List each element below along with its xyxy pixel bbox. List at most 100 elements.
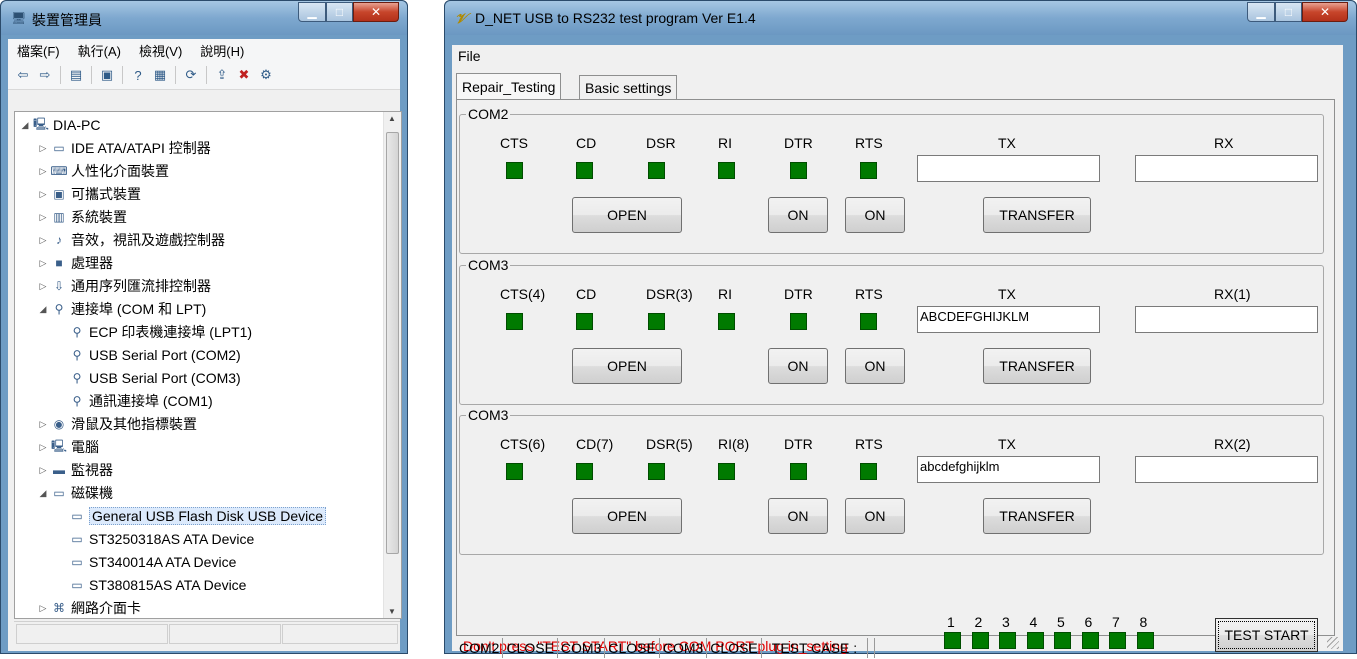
expander-icon[interactable]: ◢ (19, 120, 31, 131)
close-button[interactable]: ✕ (353, 2, 399, 22)
maximize-button[interactable]: □ (1275, 2, 1302, 22)
dtr-on-button[interactable]: ON (768, 348, 828, 384)
tree-node[interactable]: ⚲ USB Serial Port (COM2) (55, 344, 241, 366)
expander-icon[interactable]: ▷ (37, 258, 49, 269)
menu-help[interactable]: 說明(H) (191, 41, 253, 60)
tx-label: TX (998, 436, 1016, 452)
open-button[interactable]: OPEN (572, 348, 682, 384)
tree-node[interactable]: ▭ ST3250318AS ATA Device (55, 528, 254, 550)
indicator-number: 1 (947, 614, 955, 630)
com3-status: COM3 (558, 638, 606, 658)
menu-action[interactable]: 執行(A) (69, 41, 130, 60)
rx-label: RX(1) (1214, 286, 1251, 302)
minimize-button[interactable]: ▁ (298, 2, 326, 22)
tree-node[interactable]: ▷ ♪ 音效，視訊及遊戲控制器 (37, 229, 225, 251)
expander-icon[interactable]: ◢ (37, 304, 49, 315)
tree-node[interactable]: ▷ ▥ 系統裝置 (37, 206, 127, 228)
expander-icon[interactable]: ▷ (37, 166, 49, 177)
tx-input[interactable]: abcdefghijklm (917, 456, 1100, 483)
tab-basic-settings[interactable]: Basic settings (579, 75, 678, 100)
tree-node[interactable]: ▭ ST340014A ATA Device (55, 551, 236, 573)
expander-icon[interactable]: ▷ (37, 465, 49, 476)
close-button[interactable]: ✕ (1302, 2, 1348, 22)
transfer-button[interactable]: TRANSFER (983, 348, 1091, 384)
expander-icon[interactable]: ◢ (37, 488, 49, 499)
uninstall-icon[interactable]: ✖ (235, 66, 253, 84)
monitor-icon: ▬ (53, 463, 65, 477)
scroll-down-icon[interactable]: ▼ (388, 607, 396, 616)
signal-led (576, 162, 593, 179)
expander-icon[interactable]: ▷ (37, 143, 49, 154)
show-hide-tree-icon[interactable]: ▤ (67, 66, 85, 84)
expander-icon[interactable]: ▷ (37, 281, 49, 292)
tree-node[interactable]: ▷ ▣ 可攜式裝置 (37, 183, 141, 205)
maximize-button[interactable]: □ (326, 2, 353, 22)
rx-input[interactable] (1135, 456, 1318, 483)
rx-input[interactable] (1135, 155, 1318, 182)
update-driver-icon[interactable]: ⇪ (213, 66, 231, 84)
tree-node[interactable]: ⚲ ECP 印表機連接埠 (LPT1) (55, 321, 253, 343)
rts-on-button[interactable]: ON (845, 348, 905, 384)
forward-icon[interactable]: ⇨ (36, 66, 54, 84)
expander-icon[interactable]: ▷ (37, 442, 49, 453)
properties-icon[interactable]: ▣ (98, 66, 116, 84)
com3b-status: COM3 (660, 638, 708, 658)
tree-node[interactable]: ▷ ⌨ 人性化介面裝置 (37, 160, 169, 182)
tree-node[interactable]: ▷ ■ 處理器 (37, 252, 113, 274)
signal-led (718, 162, 735, 179)
test-program-titlebar[interactable]: 𝒱 D_NET USB to RS232 test program Ver E1… (445, 1, 1356, 35)
expander-icon[interactable]: ▷ (37, 212, 49, 223)
back-icon[interactable]: ⇦ (14, 66, 32, 84)
com2-status: COM2 (456, 638, 504, 658)
device-manager-titlebar[interactable]: 🖥 裝置管理員 ▁ □ ✕ (1, 1, 407, 35)
tree-node[interactable]: ▷ ▭ IDE ATA/ATAPI 控制器 (37, 137, 211, 159)
scroll-up-icon[interactable]: ▲ (388, 114, 396, 123)
tab-repair-testing[interactable]: Repair_Testing (456, 73, 562, 100)
help-icon[interactable]: ? (129, 66, 147, 84)
scroll-thumb[interactable] (386, 132, 399, 554)
rx-label: RX(2) (1214, 436, 1251, 452)
minimize-button[interactable]: ▁ (1247, 2, 1275, 22)
tree-node-label: 滑鼠及其他指標裝置 (71, 416, 197, 432)
tree-node[interactable]: ◢ 🖳 DIA-PC (19, 114, 101, 136)
tree-node[interactable]: ▷ ⇩ 通用序列匯流排控制器 (37, 275, 211, 297)
transfer-button[interactable]: TRANSFER (983, 197, 1091, 233)
tree-node[interactable]: ▭ General USB Flash Disk USB Device (55, 505, 327, 527)
expander-icon[interactable]: ▷ (37, 419, 49, 430)
tree-node-label: 連接埠 (COM 和 LPT) (71, 301, 207, 317)
rts-on-button[interactable]: ON (845, 197, 905, 233)
tree-node[interactable]: ⚲ USB Serial Port (COM3) (55, 367, 241, 389)
expander-icon[interactable]: ▷ (37, 189, 49, 200)
tree-node[interactable]: ▷ ◉ 滑鼠及其他指標裝置 (37, 413, 197, 435)
tree-node[interactable]: ▭ ST380815AS ATA Device (55, 574, 246, 596)
tx-input[interactable]: ABCDEFGHIJKLM (917, 306, 1100, 333)
menu-file[interactable]: 檔案(F) (8, 41, 69, 60)
tree-node[interactable]: ▷ 🖳 電腦 (37, 436, 99, 458)
open-button[interactable]: OPEN (572, 498, 682, 534)
tree-node[interactable]: ⚲ 通訊連接埠 (COM1) (55, 390, 213, 412)
group-label: COM3 (466, 257, 511, 273)
dtr-on-button[interactable]: ON (768, 197, 828, 233)
scan-hardware-icon[interactable]: ⟳ (182, 66, 200, 84)
menu-file[interactable]: File (458, 48, 481, 64)
open-button[interactable]: OPEN (572, 197, 682, 233)
rx-input[interactable] (1135, 306, 1318, 333)
sound-icon: ♪ (56, 233, 62, 247)
transfer-button[interactable]: TRANSFER (983, 498, 1091, 534)
menu-view[interactable]: 檢視(V) (130, 41, 191, 60)
tree-node[interactable]: ▷ ⌘ 網路介面卡 (37, 597, 141, 618)
tx-input[interactable] (917, 155, 1100, 182)
view-icon[interactable]: ▦ (151, 66, 169, 84)
device-tree[interactable]: ◢ 🖳 DIA-PC ▷ ▭ IDE ATA/ATAPI 控制器 ▷ ⌨ 人性化介面裝置 ▷ ▣ 可攜… (14, 111, 402, 619)
enable-device-icon[interactable]: ⚙ (257, 66, 275, 84)
tree-node[interactable]: ◢ ▭ 磁碟機 (37, 482, 113, 504)
rts-on-button[interactable]: ON (845, 498, 905, 534)
tree-node[interactable]: ◢ ⚲ 連接埠 (COM 和 LPT) (37, 298, 207, 320)
tree-node[interactable]: ▷ ▬ 監視器 (37, 459, 113, 481)
dtr-on-button[interactable]: ON (768, 498, 828, 534)
expander-icon[interactable]: ▷ (37, 603, 49, 614)
com2-state: CLOSE (503, 638, 558, 658)
tree-vertical-scrollbar[interactable]: ▲ ▼ (383, 112, 401, 618)
expander-icon[interactable]: ▷ (37, 235, 49, 246)
resize-grip-icon[interactable] (1327, 637, 1339, 649)
